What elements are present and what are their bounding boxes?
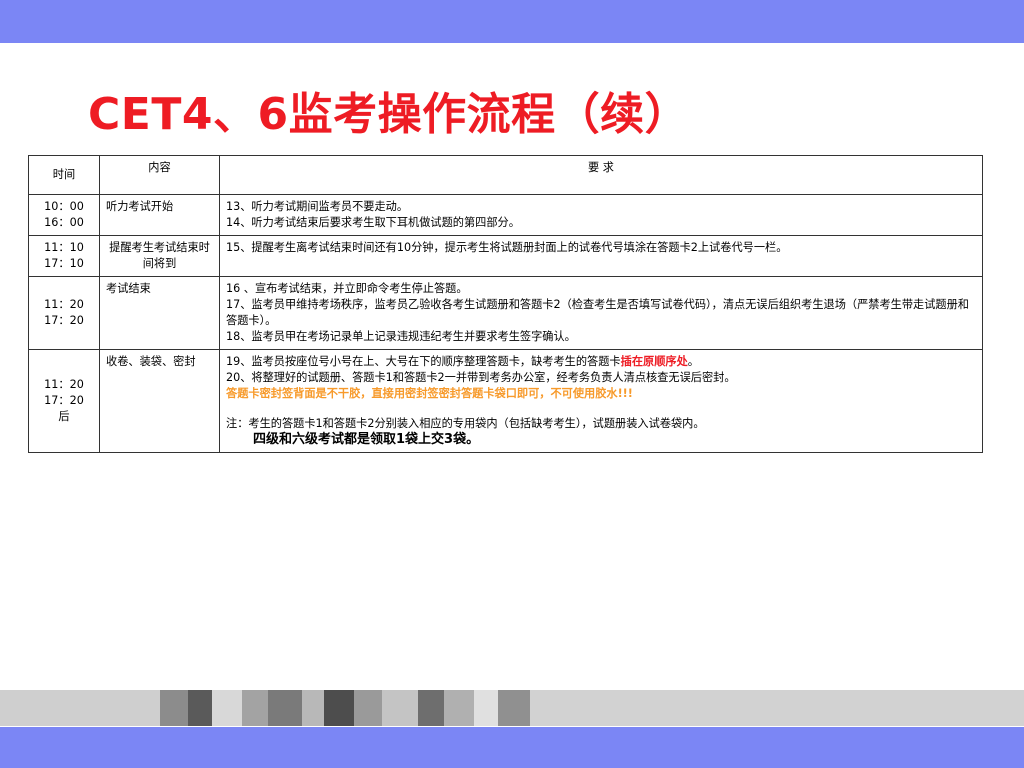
content-cell: 收卷、装袋、密封 — [99, 349, 220, 453]
warning-text: 答题卡密封签背面是不干胶，直接用密封签密封答题卡袋口即可，不可使用胶水!!! — [226, 387, 633, 400]
time-cell: 10：00 16：00 — [28, 194, 100, 236]
bag-rule-text: 四级和六级考试都是领取1袋上交3袋。 — [253, 432, 480, 447]
time-start: 11：10 — [44, 241, 84, 254]
table-header-row: 时间 内容 要 求 — [28, 155, 983, 195]
requirement-item: 13、听力考试期间监考员不要走动。 — [226, 200, 409, 213]
requirement-item: 19、监考员按座位号小号在上、大号在下的顺序整理答题卡，缺考考生的答题卡插在原顺… — [226, 354, 976, 370]
slide-title: CET4、6监考操作流程（续） — [88, 89, 690, 140]
requirement-item: 14、听力考试结束后要求考生取下耳机做试题的第四部分。 — [226, 216, 520, 229]
note-text: 注：考生的答题卡1和答题卡2分别装入相应的专用袋内（包括缺考考生），试题册装入试… — [226, 417, 705, 430]
requirement-cell: 19、监考员按座位号小号在上、大号在下的顺序整理答题卡，缺考考生的答题卡插在原顺… — [219, 349, 983, 453]
requirement-cell: 16 、宣布考试结束，并立即命令考生停止答题。 17、监考员甲维持考场秩序，监考… — [219, 276, 983, 350]
requirement-item: 18、监考员甲在考场记录单上记录违规违纪考生并要求考生签字确认。 — [226, 330, 576, 343]
time-start-alt: 17：20 — [44, 314, 84, 327]
requirement-text: 19、监考员按座位号小号在上、大号在下的顺序整理答题卡，缺考考生的答题卡 — [226, 355, 621, 368]
table-row: 11：20 17：20 考试结束 16 、宣布考试结束，并立即命令考生停止答题。… — [28, 276, 983, 350]
top-decor-band — [0, 0, 1024, 43]
time-start: 11：20 — [44, 298, 84, 311]
header-time: 时间 — [28, 155, 100, 195]
requirement-cell: 13、听力考试期间监考员不要走动。 14、听力考试结束后要求考生取下耳机做试题的… — [219, 194, 983, 236]
content-cell: 考试结束 — [99, 276, 220, 350]
emphasis-text: 插在原顺序处 — [620, 355, 688, 368]
decorative-photo-strip — [0, 690, 1024, 726]
header-requirement: 要 求 — [219, 155, 983, 195]
time-start: 10：00 — [44, 200, 84, 213]
time-cell: 11：10 17：10 — [28, 235, 100, 277]
time-cell: 11：20 17：20 — [28, 276, 100, 350]
header-content: 内容 — [99, 155, 220, 195]
requirement-text-end: 。 — [687, 355, 699, 368]
content-cell: 听力考试开始 — [99, 194, 220, 236]
time-cell: 11：20 17：20 后 — [28, 349, 100, 453]
requirement-cell: 15、提醒考生离考试结束时间还有10分钟，提示考生将试题册封面上的试卷代号填涂在… — [219, 235, 983, 277]
time-start-alt: 17：20 — [44, 394, 84, 407]
time-start: 11：20 — [44, 378, 84, 391]
table-row: 11：20 17：20 后 收卷、装袋、密封 19、监考员按座位号小号在上、大号… — [28, 349, 983, 453]
requirement-item: 16 、宣布考试结束，并立即命令考生停止答题。 — [226, 282, 468, 295]
requirement-item: 17、监考员甲维持考场秩序，监考员乙验收各考生试题册和答题卡2（检查考生是否填写… — [226, 298, 969, 327]
table-row: 11：10 17：10 提醒考生考试结束时间将到 15、提醒考生离考试结束时间还… — [28, 235, 983, 277]
content-cell: 提醒考生考试结束时间将到 — [99, 235, 220, 277]
procedure-table: 时间 内容 要 求 10：00 16：00 听力考试开始 13、听力考试期间监考… — [28, 155, 983, 453]
bottom-decor-band — [0, 727, 1024, 768]
time-start-alt: 17：10 — [44, 257, 84, 270]
requirement-item: 15、提醒考生离考试结束时间还有10分钟，提示考生将试题册封面上的试卷代号填涂在… — [226, 241, 788, 254]
time-start-alt: 16：00 — [44, 216, 84, 229]
table-row: 10：00 16：00 听力考试开始 13、听力考试期间监考员不要走动。 14、… — [28, 194, 983, 236]
requirement-item: 20、将整理好的试题册、答题卡1和答题卡2一并带到考务办公室，经考务负责人清点核… — [226, 371, 736, 384]
time-after: 后 — [58, 410, 70, 423]
